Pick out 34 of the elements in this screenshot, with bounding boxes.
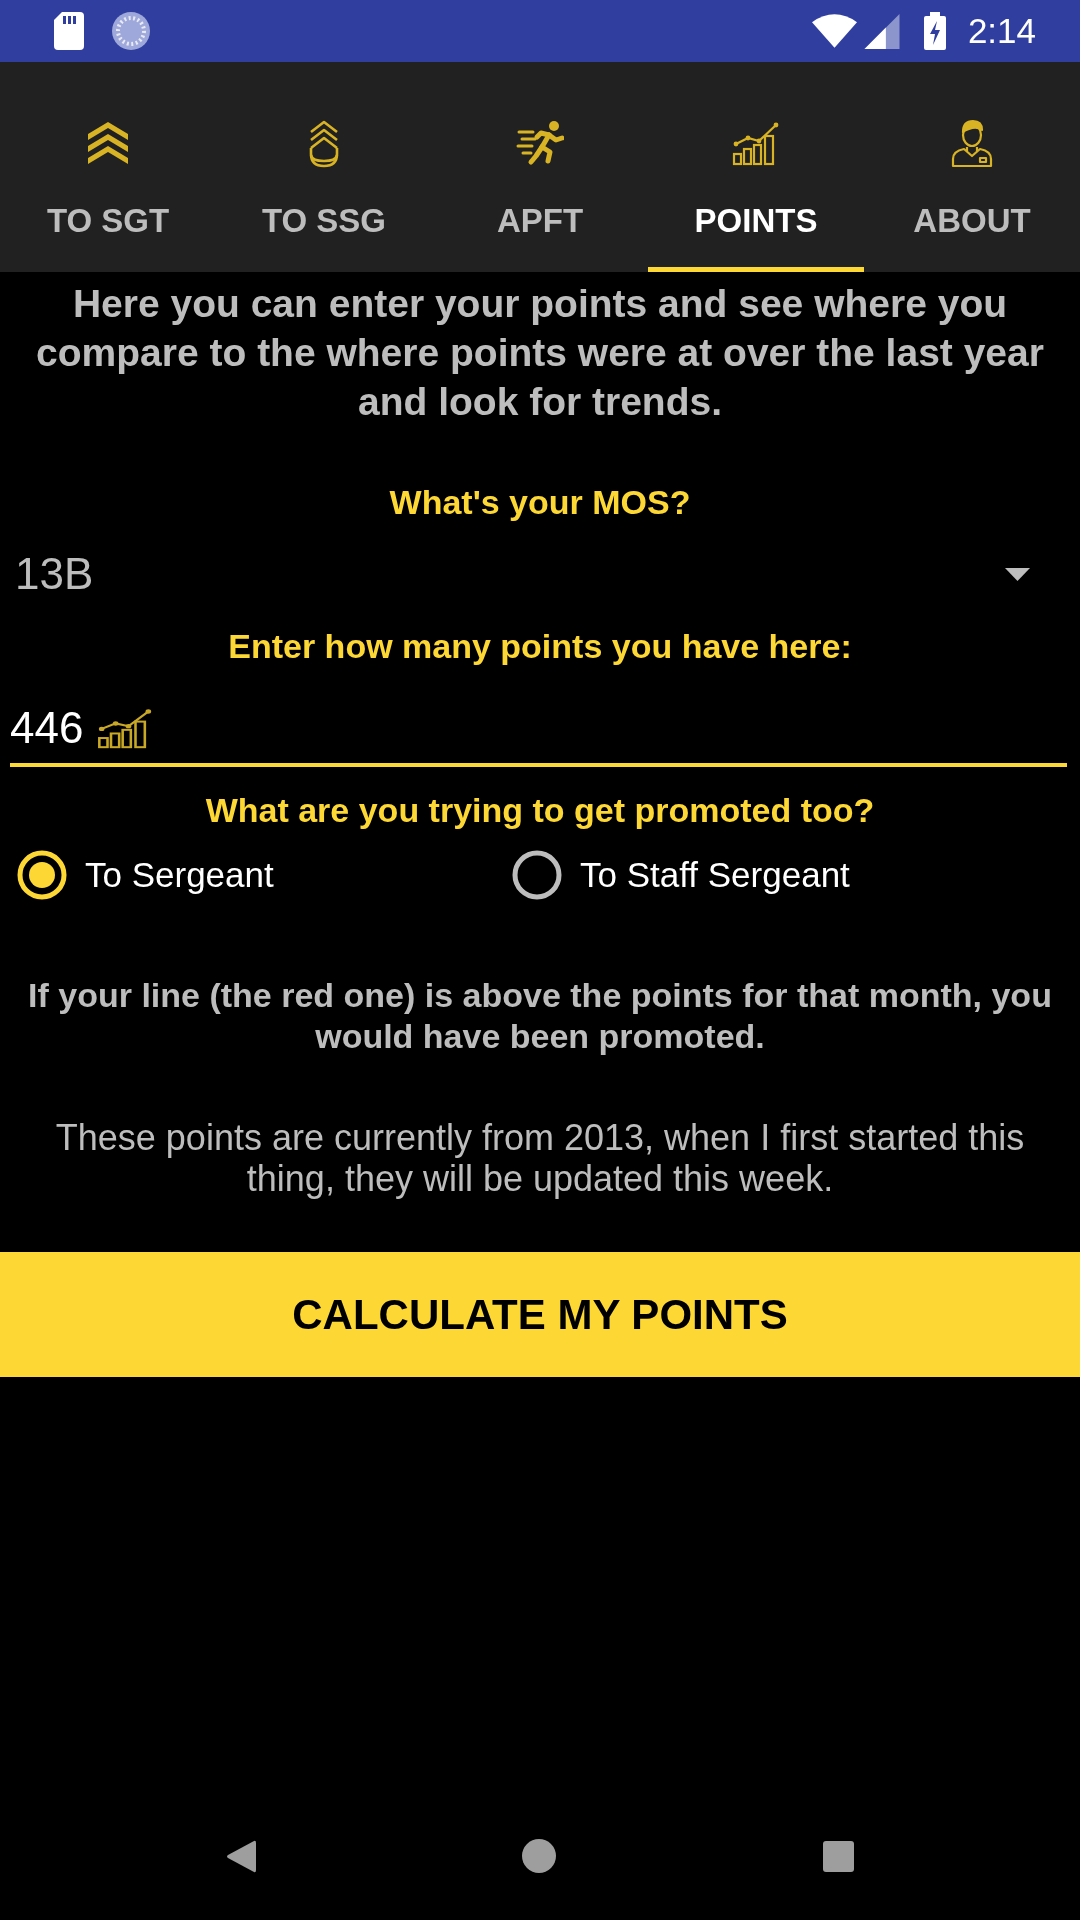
dashed-circle-icon [112,12,150,50]
mos-dropdown[interactable]: 13B [0,544,1080,604]
status-time: 2:14 [967,11,1036,51]
chevrons-icon [88,120,128,166]
bar-chart-icon [732,120,780,166]
tab[interactable]: POINTS [648,62,864,272]
calculate-button[interactable]: CALCULATE MY POINTS [0,1252,1080,1377]
tab[interactable]: APFT [432,62,648,272]
radio-circle-icon[interactable] [512,850,562,900]
radio-option[interactable]: To Sergeant [17,847,274,903]
info-text: If your line (the red one) is above the points for that month, you would have been promoted. [27,975,1053,1057]
person-icon [951,118,993,168]
rocker-chevrons-icon [308,118,340,168]
points-label: Enter how many points you have here: [227,626,853,666]
caret-icon [1005,567,1030,581]
runner-icon [516,120,564,166]
tab[interactable]: ABOUT [864,62,1080,272]
points-input-field[interactable]: 446 [10,694,1067,767]
intro-text: Here you can enter your points and see where you compare to the where points were at over the last year and look for trends. [35,281,1045,425]
radio-circle-icon[interactable] [17,850,67,900]
tab[interactable]: TO SGT [0,62,216,272]
mos-label: What's your MOS? [388,482,692,522]
wifi-icon [811,14,857,48]
home-icon[interactable] [522,1839,556,1873]
bar-chart-icon [97,707,154,749]
signal-icon [863,13,900,49]
back-icon[interactable] [226,1839,256,1873]
recents-icon[interactable] [823,1840,854,1872]
battery-charging-icon [923,12,946,50]
tab[interactable]: TO SSG [216,62,432,272]
info-text: These points are currently from 2013, when I first started this thing, they will be updated this week. [54,1117,1026,1199]
radio-option[interactable]: To Staff Sergeant [512,847,850,903]
promotion-label: What are you trying to get promoted too? [204,790,876,830]
sd-card-icon [54,12,84,50]
